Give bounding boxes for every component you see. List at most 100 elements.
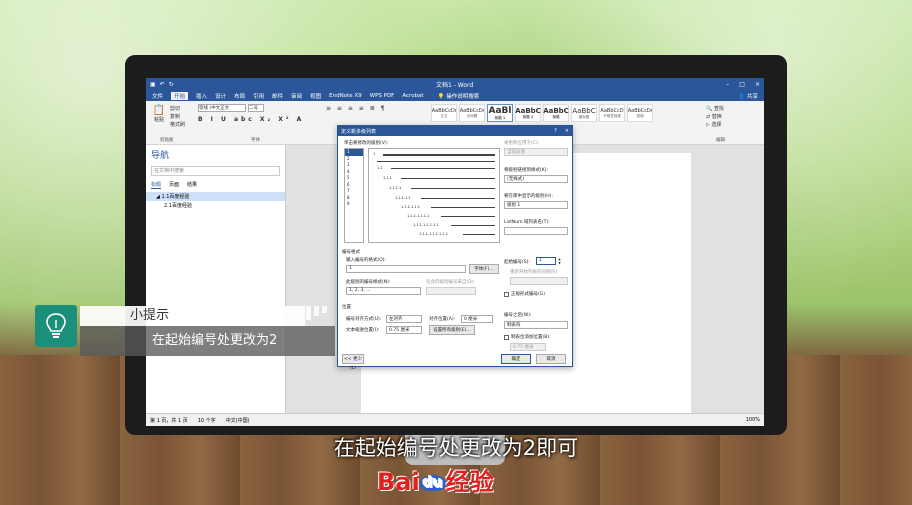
- status-bar: 第 1 页，共 1 页 10 个字 中文(中国) 100%: [146, 413, 764, 426]
- tab-endnote[interactable]: EndNote X9: [329, 93, 362, 99]
- maximize-icon[interactable]: □: [739, 81, 745, 88]
- style-name: 副标题: [578, 114, 590, 119]
- dialog-title: 定义新多级列表: [341, 128, 377, 135]
- number-format-input[interactable]: 1: [346, 265, 466, 273]
- paste-button[interactable]: 📋 粘贴: [151, 105, 167, 131]
- tab-layout[interactable]: 布局: [234, 92, 245, 100]
- style-emphasis[interactable]: AaBbCcDı 强调: [627, 104, 653, 122]
- paw-icon: du: [419, 475, 446, 491]
- tab-wps-pdf[interactable]: WPS PDF: [370, 93, 395, 99]
- font-button[interactable]: 字体(F)...: [469, 264, 499, 274]
- share-button[interactable]: 👤 共享: [738, 92, 758, 100]
- nav-tabs: 标题 页面 结果: [146, 178, 285, 192]
- copy-button[interactable]: 复制: [170, 113, 180, 120]
- preview-line: [383, 154, 495, 156]
- link-style-label: 将级别链接到样式(K):: [504, 168, 548, 173]
- format-painter-button[interactable]: 格式刷: [170, 121, 185, 128]
- undo-icon[interactable]: ↶: [160, 81, 165, 88]
- nav-heading-item[interactable]: 2.1百度经验: [146, 201, 285, 210]
- level-item[interactable]: 9: [345, 201, 363, 208]
- tab-review[interactable]: 审阅: [291, 92, 302, 100]
- tab-mailings[interactable]: 邮件: [272, 92, 283, 100]
- tab-stop-checkbox[interactable]: [504, 335, 509, 340]
- style-name: 标题: [552, 114, 560, 119]
- tip-body: 在起始编号处更改为2: [80, 326, 335, 356]
- tab-references[interactable]: 引用: [253, 92, 264, 100]
- font-size-select[interactable]: 二号: [248, 104, 264, 112]
- restart-select[interactable]: [510, 277, 568, 285]
- help-button[interactable]: ?: [554, 128, 557, 134]
- tab-acrobat[interactable]: Acrobat: [402, 93, 423, 99]
- legal-style-checkbox[interactable]: [504, 292, 509, 297]
- preview-line: [411, 188, 495, 189]
- select-button[interactable]: ▷ 选择: [706, 121, 721, 128]
- tab-view[interactable]: 视图: [310, 92, 321, 100]
- font-format-tools[interactable]: B I U abc X₂ X² A: [198, 116, 304, 123]
- page-count: 第 1 页，共 1 页: [150, 417, 188, 424]
- follow-number-select[interactable]: 制表符: [504, 321, 568, 329]
- link-style-select[interactable]: (无样式): [504, 175, 568, 183]
- nav-search-input[interactable]: 在文档中搜索: [151, 166, 280, 176]
- style-heading-1[interactable]: AaBl 标题 1: [487, 104, 513, 122]
- tab-insert[interactable]: 插入: [196, 92, 207, 100]
- cut-button[interactable]: 剪切: [170, 105, 180, 112]
- dialog-close-button[interactable]: ×: [565, 128, 569, 134]
- apply-to-select[interactable]: 当前段落: [504, 148, 568, 156]
- clipboard-group-label: 剪贴板: [160, 138, 174, 143]
- nav-tab-results[interactable]: 结果: [187, 181, 197, 189]
- ok-button[interactable]: 确定: [501, 354, 531, 364]
- start-at-input[interactable]: 1: [536, 257, 556, 265]
- style-no-spacing[interactable]: AaBbCcDı 无间隔: [459, 104, 485, 122]
- cancel-button[interactable]: 取消: [536, 354, 566, 364]
- nav-tab-headings[interactable]: 标题: [151, 181, 162, 189]
- close-icon[interactable]: ×: [755, 81, 760, 88]
- save-icon[interactable]: ▣: [150, 81, 156, 88]
- nav-heading-label: 1.1百度经验: [161, 194, 190, 200]
- start-at-spinner[interactable]: ▲ ▼: [557, 257, 562, 265]
- style-title[interactable]: AaBbC 标题: [543, 104, 569, 122]
- minimize-icon[interactable]: –: [726, 81, 729, 88]
- replace-button[interactable]: ⇄ 替换: [706, 113, 722, 120]
- alignment-select[interactable]: 左对齐: [386, 315, 422, 323]
- include-from-select[interactable]: [426, 287, 476, 295]
- set-all-levels-button[interactable]: 设置所有级别(E)...: [429, 325, 475, 335]
- tell-me-search[interactable]: 💡 操作说明搜索: [438, 92, 480, 100]
- tab-stop-input[interactable]: 0.75 厘米: [510, 343, 546, 351]
- style-heading-2[interactable]: AaBbC 标题 2: [515, 104, 541, 122]
- nav-heading-item[interactable]: ◢ 1.1百度经验: [146, 192, 285, 201]
- preview-number: 1.1.1.1.1.1.1.1: [413, 223, 439, 227]
- nav-tab-pages[interactable]: 页面: [169, 181, 179, 189]
- style-normal[interactable]: AaBbCcDı 正文: [431, 104, 457, 122]
- dialog-title-bar: 定义新多级列表 ? ×: [338, 126, 572, 136]
- number-style-label: 此级别的编号样式(N):: [346, 280, 391, 285]
- lightbulb-icon: [35, 305, 77, 347]
- include-from-label: 包含的级别编号来自(D):: [426, 280, 475, 285]
- aligned-at-input[interactable]: 0 厘米: [461, 315, 493, 323]
- logo-bai: Bai: [377, 468, 420, 496]
- paragraph-tools[interactable]: ≡ ≡ ≡ ≡ ≣ ¶: [326, 105, 387, 112]
- font-name-select[interactable]: 等线 (中文正文: [198, 104, 246, 112]
- style-subtle-emphasis[interactable]: AaBbCcD 不明显强调: [599, 104, 625, 122]
- preview-number: 1.1.1.1.1.1.1: [407, 214, 430, 218]
- less-button[interactable]: << 更少(L): [342, 354, 364, 371]
- number-style-select[interactable]: 1, 2, 3, ...: [346, 287, 421, 295]
- style-sample: AaBl: [488, 105, 512, 116]
- tab-design[interactable]: 设计: [215, 92, 226, 100]
- redo-icon[interactable]: ↻: [169, 81, 174, 88]
- list-preview: 1 1.1 1.1.1 1.1.1.1 1.1.1.1.1 1.1.1.1.1.…: [368, 148, 500, 243]
- indent-input[interactable]: 0.75 厘米: [386, 326, 422, 334]
- listnum-input[interactable]: [504, 227, 568, 235]
- find-button[interactable]: 🔍 查找: [706, 105, 724, 112]
- tab-home[interactable]: 开始: [171, 92, 189, 100]
- zoom-level[interactable]: 100%: [746, 417, 760, 423]
- gallery-level-select[interactable]: 级别 1: [504, 201, 568, 209]
- preview-number: 1.1.1: [383, 176, 392, 180]
- tab-file[interactable]: 文件: [152, 92, 163, 100]
- gallery-level-label: 要在库中显示的级别(H):: [504, 194, 553, 199]
- number-format-section: 编号格式: [342, 250, 360, 255]
- title-bar: ▣ ↶ ↻ 文档1 - Word – □ ×: [146, 78, 764, 91]
- style-subtitle[interactable]: AaBbC 副标题: [571, 104, 597, 122]
- ribbon-tabs: 文件 开始 插入 设计 布局 引用 邮件 审阅 视图 EndNote X9 WP…: [146, 91, 764, 101]
- style-name: 标题 2: [522, 114, 534, 119]
- listnum-label: ListNum 域列表名(T):: [504, 220, 550, 225]
